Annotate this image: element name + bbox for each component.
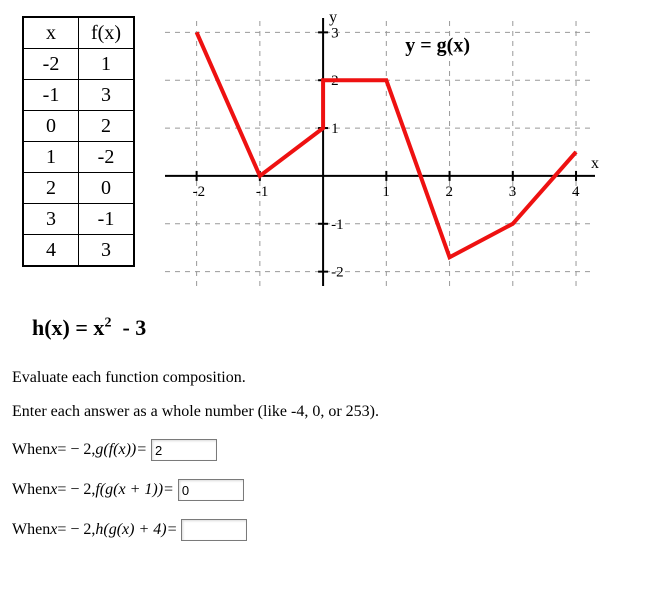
instructions-line-2: Enter each answer as a whole number (lik… — [12, 403, 648, 421]
chart-wrap: -2-11234-2-1123yxy = g(x) — [155, 12, 615, 297]
q2-eq: = − 2, — [57, 481, 95, 499]
table-row: 02 — [23, 111, 134, 142]
q3-prefix: When — [12, 521, 50, 539]
f-table-header-fx: f(x) — [79, 17, 135, 49]
q1-eq: = − 2, — [57, 441, 95, 459]
q1-expr: g(f(x))= — [95, 441, 147, 459]
cell-x: 3 — [23, 204, 79, 235]
table-row: 3-1 — [23, 204, 134, 235]
cell-x: -2 — [23, 49, 79, 80]
answer-input-3[interactable] — [181, 519, 247, 541]
svg-text:-1: -1 — [331, 217, 344, 233]
table-row: -21 — [23, 49, 134, 80]
question-row-1: When x = − 2, g(f(x))= — [12, 439, 648, 461]
table-row: 43 — [23, 235, 134, 267]
f-table: x f(x) -21 -13 02 1-2 20 3-1 43 — [22, 16, 135, 267]
q2-var: x — [50, 481, 57, 499]
cell-x: 1 — [23, 142, 79, 173]
svg-text:2: 2 — [446, 184, 454, 200]
q3-var: x — [50, 521, 57, 539]
q2-expr: f(g(x + 1))= — [95, 481, 173, 499]
table-row: -13 — [23, 80, 134, 111]
cell-fx: 1 — [79, 49, 135, 80]
cell-fx: -2 — [79, 142, 135, 173]
question-row-3: When x = − 2, h(g(x) + 4)= — [12, 519, 648, 541]
svg-text:y: y — [329, 12, 337, 26]
svg-text:-2: -2 — [193, 184, 206, 200]
h-equation: h(x) = x2 - 3 — [32, 315, 648, 341]
cell-fx: 0 — [79, 173, 135, 204]
svg-text:1: 1 — [331, 121, 339, 137]
table-row: 1-2 — [23, 142, 134, 173]
svg-text:-2: -2 — [331, 265, 344, 281]
svg-text:y = g(x): y = g(x) — [405, 35, 470, 57]
svg-text:3: 3 — [331, 25, 339, 41]
page-root: x f(x) -21 -13 02 1-2 20 3-1 43 -2-11234… — [0, 0, 648, 607]
cell-x: 0 — [23, 111, 79, 142]
cell-fx: 3 — [79, 80, 135, 111]
f-table-header-x: x — [23, 17, 79, 49]
cell-x: 2 — [23, 173, 79, 204]
svg-text:1: 1 — [382, 184, 390, 200]
q3-expr: h(g(x) + 4)= — [95, 521, 177, 539]
cell-x: 4 — [23, 235, 79, 267]
svg-text:4: 4 — [572, 184, 580, 200]
cell-fx: 3 — [79, 235, 135, 267]
chart-g-of-x: -2-11234-2-1123yxy = g(x) — [155, 12, 615, 292]
svg-text:x: x — [591, 155, 599, 172]
top-row: x f(x) -21 -13 02 1-2 20 3-1 43 -2-11234… — [0, 0, 648, 297]
question-row-2: When x = − 2, f(g(x + 1))= — [12, 479, 648, 501]
answer-input-1[interactable] — [151, 439, 217, 461]
q3-eq: = − 2, — [57, 521, 95, 539]
answer-input-2[interactable] — [178, 479, 244, 501]
svg-text:-1: -1 — [256, 184, 269, 200]
cell-fx: -1 — [79, 204, 135, 235]
q1-var: x — [50, 441, 57, 459]
instructions-line-1: Evaluate each function composition. — [12, 369, 648, 387]
q2-prefix: When — [12, 481, 50, 499]
cell-fx: 2 — [79, 111, 135, 142]
table-row: 20 — [23, 173, 134, 204]
cell-x: -1 — [23, 80, 79, 111]
q1-prefix: When — [12, 441, 50, 459]
svg-text:3: 3 — [509, 184, 517, 200]
